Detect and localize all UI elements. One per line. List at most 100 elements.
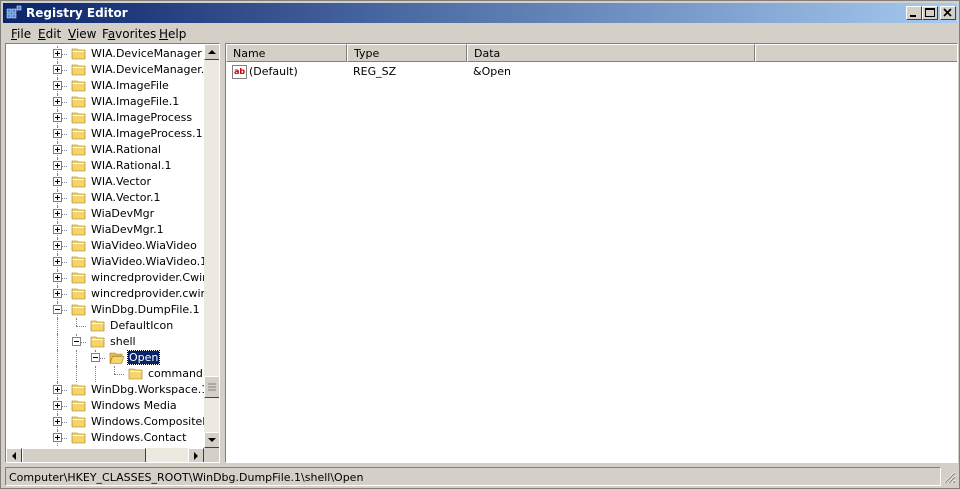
tree-item[interactable]: command — [6, 366, 204, 382]
tree-guide-line — [57, 334, 58, 350]
tree-item[interactable]: Windows.Contact — [6, 430, 204, 446]
tree-item[interactable]: WIA.Rational.1 — [6, 158, 204, 174]
expand-icon[interactable] — [53, 209, 62, 218]
expand-icon[interactable] — [53, 385, 62, 394]
tree-guide-line — [76, 366, 77, 382]
tree-guide-line — [57, 366, 58, 382]
folder-icon — [71, 272, 86, 284]
column-header-data[interactable]: Data — [467, 44, 755, 62]
tree-item[interactable]: WiaDevMgr.1 — [6, 222, 204, 238]
value-type: REG_SZ — [353, 65, 397, 78]
tree-item-label: Windows.CompositeFontFile — [91, 415, 204, 428]
expand-icon[interactable] — [53, 49, 62, 58]
folder-icon — [71, 288, 86, 300]
tree-item[interactable]: Windows Media — [6, 398, 204, 414]
scroll-right-button[interactable] — [188, 448, 204, 462]
tree-item-label: command — [148, 367, 203, 380]
collapse-icon[interactable] — [72, 337, 81, 346]
scroll-down-button[interactable] — [204, 432, 219, 448]
expand-icon[interactable] — [53, 81, 62, 90]
tree-item[interactable]: WIA.DeviceManager — [6, 46, 204, 62]
tree-item-label: WIA.Rational.1 — [91, 159, 172, 172]
expand-icon[interactable] — [53, 417, 62, 426]
menu-view[interactable]: View — [68, 27, 96, 41]
tree-item[interactable]: wincredprovider.cwincredprovider.1 — [6, 286, 204, 302]
tree-item-label: WIA.ImageProcess.1 — [91, 127, 203, 140]
expand-icon[interactable] — [53, 177, 62, 186]
expand-icon[interactable] — [53, 97, 62, 106]
tree-item[interactable]: WIA.Rational — [6, 142, 204, 158]
svg-text:ab: ab — [234, 67, 245, 76]
registry-tree[interactable]: WIA.DeviceManager WIA.DeviceManager.1 WIA.… — [5, 43, 220, 463]
expand-icon[interactable] — [53, 113, 62, 122]
expand-icon[interactable] — [53, 161, 62, 170]
tree-item[interactable]: wincredprovider.Cwincredprovider — [6, 270, 204, 286]
tree-item-label: WIA.Rational — [91, 143, 161, 156]
title-bar[interactable]: Registry Editor — [3, 3, 957, 23]
tree-item[interactable]: shell — [6, 334, 204, 350]
column-header-name[interactable]: Name — [226, 44, 347, 62]
tree-item[interactable]: WinDbg.Workspace.1 — [6, 382, 204, 398]
scroll-thumb[interactable] — [204, 376, 219, 398]
expand-icon[interactable] — [53, 225, 62, 234]
expand-icon[interactable] — [53, 193, 62, 202]
menu-file[interactable]: File — [11, 27, 31, 41]
column-header-filler — [755, 44, 957, 62]
collapse-icon[interactable] — [53, 305, 62, 314]
scrollbar-corner — [204, 448, 219, 462]
collapse-icon[interactable] — [91, 353, 100, 362]
folder-icon — [71, 144, 86, 156]
expand-icon[interactable] — [53, 65, 62, 74]
tree-item-label: WinDbg.DumpFile.1 — [91, 303, 200, 316]
tree-item[interactable]: Windows.CompositeFontFile — [6, 414, 204, 430]
tree-item[interactable]: WinDbg.DumpFile.1 — [6, 302, 204, 318]
tree-item[interactable]: WIA.ImageProcess.1 — [6, 126, 204, 142]
menu-edit[interactable]: Edit — [38, 27, 61, 41]
tree-item-label: wincredprovider.Cwincredprovider — [91, 271, 204, 284]
tree-item[interactable]: Open — [6, 350, 204, 366]
tree-vertical-scrollbar[interactable] — [204, 44, 219, 448]
tree-horizontal-scrollbar[interactable] — [6, 448, 204, 462]
tree-item[interactable]: WIA.Vector.1 — [6, 190, 204, 206]
tree-item-label: WiaDevMgr — [91, 207, 155, 220]
column-header-type[interactable]: Type — [347, 44, 467, 62]
expand-icon[interactable] — [53, 433, 62, 442]
menu-help[interactable]: Help — [159, 27, 186, 41]
tree-item[interactable]: WiaVideo.WiaVideo — [6, 238, 204, 254]
folder-icon — [128, 368, 143, 380]
expand-icon[interactable] — [53, 401, 62, 410]
registry-editor-icon — [6, 5, 22, 19]
values-list[interactable]: Name Type Data ab (Default) REG_SZ &Open — [225, 43, 958, 463]
tree-item[interactable]: WiaDevMgr — [6, 206, 204, 222]
expand-icon[interactable] — [53, 129, 62, 138]
menu-favorites[interactable]: Favorites — [102, 27, 156, 41]
maximize-button[interactable] — [922, 6, 938, 20]
tree-item[interactable]: WIA.DeviceManager.1 — [6, 62, 204, 78]
tree-item[interactable]: DefaultIcon — [6, 318, 204, 334]
resize-grip-icon[interactable] — [943, 471, 956, 484]
tree-branch-line — [114, 374, 124, 375]
tree-item[interactable]: WIA.Vector — [6, 174, 204, 190]
folder-icon — [71, 400, 86, 412]
tree-item-label: WIA.Vector.1 — [91, 191, 161, 204]
expand-icon[interactable] — [53, 257, 62, 266]
expand-icon[interactable] — [53, 289, 62, 298]
expand-icon[interactable] — [53, 241, 62, 250]
pane-splitter[interactable] — [220, 43, 225, 463]
tree-item[interactable]: WIA.ImageFile — [6, 78, 204, 94]
scroll-up-button[interactable] — [204, 44, 219, 60]
tree-item-label: WiaDevMgr.1 — [91, 223, 164, 236]
list-item[interactable]: ab (Default) REG_SZ &Open — [226, 63, 946, 81]
expand-icon[interactable] — [53, 145, 62, 154]
tree-item[interactable]: WiaVideo.WiaVideo.1 — [6, 254, 204, 270]
tree-item-label: Windows.Contact — [91, 431, 187, 444]
tree-item[interactable]: WIA.ImageProcess — [6, 110, 204, 126]
expand-icon[interactable] — [53, 273, 62, 282]
minimize-button[interactable] — [906, 6, 922, 20]
folder-icon — [71, 416, 86, 428]
scroll-thumb-horizontal[interactable] — [22, 448, 146, 462]
tree-item[interactable]: WIA.ImageFile.1 — [6, 94, 204, 110]
scroll-left-button[interactable] — [6, 448, 22, 462]
status-path: Computer\HKEY_CLASSES_ROOT\WinDbg.DumpFi… — [9, 471, 364, 484]
close-button[interactable] — [940, 6, 956, 20]
